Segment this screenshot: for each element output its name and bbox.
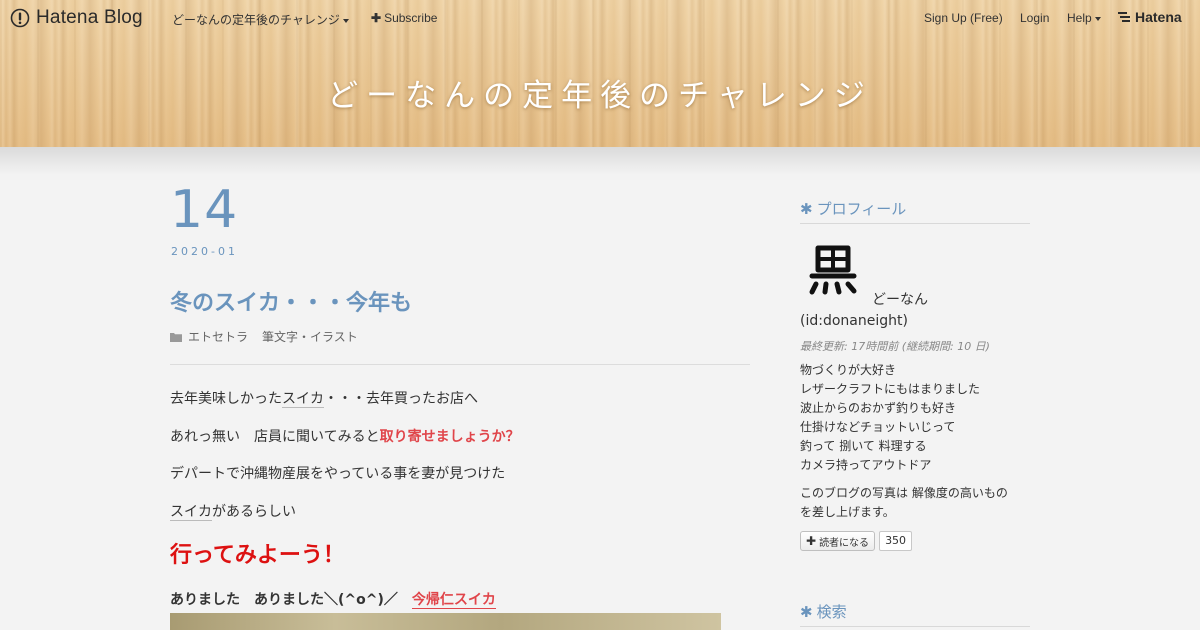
blog-menu-dropdown[interactable]: どーなんの定年後のチャレンジ bbox=[172, 11, 349, 28]
blog-title[interactable]: どーなんの定年後のチャレンジ bbox=[0, 70, 1200, 115]
profile-description: 物づくりが大好き レザークラフトにもはまりました 波止からのおかず釣りも好き 仕… bbox=[800, 361, 980, 475]
profile-description-line: カメラ持ってアウトドア bbox=[800, 458, 932, 472]
entry-paragraph: あれっ無い 店員に聞いてみると取り寄せましょうか？ bbox=[170, 426, 520, 446]
emphasis-text: 取り寄せましょうか？ bbox=[379, 429, 520, 445]
subscribe-button[interactable]: ✚ Subscribe bbox=[371, 11, 437, 25]
become-reader-label: 読者になる bbox=[819, 537, 870, 549]
login-label: Login bbox=[1020, 11, 1050, 25]
plus-icon: ✚ bbox=[806, 534, 817, 548]
entry-categories: エトセトラ 筆文字・イラスト bbox=[170, 328, 372, 345]
keyword-link[interactable]: スイカ bbox=[170, 504, 212, 521]
signup-label: Sign Up (Free) bbox=[924, 11, 1003, 25]
hatena-mark-icon bbox=[1118, 12, 1130, 22]
entry-paragraph: 去年美味しかったスイカ・・・去年買ったお店へ bbox=[170, 388, 478, 408]
profile-id[interactable]: (id:donaneight) bbox=[800, 313, 908, 329]
folder-icon bbox=[170, 332, 182, 342]
search-heading: ✱ 検索 bbox=[800, 601, 1030, 627]
profile-name[interactable]: どーなん bbox=[872, 289, 928, 309]
text-span: ありました ありました＼(^o^)／ bbox=[170, 592, 398, 608]
reader-count[interactable]: 350 bbox=[879, 531, 913, 551]
reader-widget: ✚ 読者になる 350 bbox=[800, 531, 913, 551]
entry-bold-line: ありました ありました＼(^o^)／ 今帰仁スイカ bbox=[170, 589, 496, 609]
help-label: Help bbox=[1067, 11, 1092, 25]
blog-menu-label: どーなんの定年後のチャレンジ bbox=[172, 13, 340, 27]
profile-note-line: を差し上げます。 bbox=[800, 505, 895, 519]
entry-photo[interactable] bbox=[170, 613, 721, 630]
profile-description-line: 釣って 捌いて 料理する bbox=[800, 439, 927, 453]
profile-updated: 最終更新: 17時間前 (継続期間: 10 日) bbox=[800, 340, 990, 353]
profile-description-line: 仕掛けなどチョットいじって bbox=[800, 420, 956, 434]
text-span: あれっ無い 店員に聞いてみると bbox=[170, 429, 380, 445]
become-reader-button[interactable]: ✚ 読者になる bbox=[800, 531, 876, 551]
entry-link[interactable]: 今帰仁スイカ bbox=[411, 592, 496, 609]
text-span: ・・・去年買ったお店へ bbox=[324, 391, 478, 407]
entry-paragraph: デパートで沖縄物産展をやっている事を妻が見つけた bbox=[170, 466, 506, 482]
entry-date-day[interactable]: 14 bbox=[170, 184, 238, 236]
login-link[interactable]: Login bbox=[1020, 11, 1049, 25]
help-dropdown[interactable]: Help bbox=[1067, 11, 1101, 25]
text-span: 去年美味しかった bbox=[170, 391, 282, 407]
profile-description-line: 波止からのおかず釣りも好き bbox=[800, 401, 957, 415]
profile-note: このブログの写真は 解像度の高いもの を差し上げます。 bbox=[800, 484, 1035, 522]
entry-paragraph: スイカがあるらしい bbox=[170, 501, 296, 521]
asterisk-icon: ✱ bbox=[800, 200, 813, 218]
plus-icon: ✚ bbox=[371, 11, 382, 25]
hatena-blog-icon bbox=[10, 8, 30, 28]
hatena-blog-logo-text: Hatena Blog bbox=[36, 7, 143, 28]
hatena-blog-logo[interactable]: Hatena Blog bbox=[10, 7, 143, 29]
profile-description-line: 物づくりが大好き bbox=[800, 363, 897, 377]
signup-link[interactable]: Sign Up (Free) bbox=[924, 11, 1003, 25]
caret-down-icon bbox=[342, 18, 349, 23]
profile-heading: ✱ プロフィール bbox=[800, 198, 1030, 224]
subscribe-label: Subscribe bbox=[384, 11, 438, 25]
entry-divider bbox=[170, 364, 750, 365]
entry-title[interactable]: 冬のスイカ・・・今年も bbox=[170, 285, 412, 317]
text-span: があるらしい bbox=[212, 504, 296, 520]
keyword-link[interactable]: スイカ bbox=[282, 391, 324, 408]
hatena-logo-text: Hatena bbox=[1135, 9, 1182, 25]
blog-header: Hatena Blog どーなんの定年後のチャレンジ ✚ Subscribe Si… bbox=[0, 0, 1200, 147]
category-link[interactable]: 筆文字・イラスト bbox=[262, 328, 358, 345]
hatena-logo[interactable]: Hatena bbox=[1118, 9, 1182, 25]
header-shadow bbox=[0, 147, 1200, 175]
profile-description-line: レザークラフトにもはまりました bbox=[800, 382, 981, 396]
category-link[interactable]: エトセトラ bbox=[188, 328, 248, 345]
global-header: Hatena Blog どーなんの定年後のチャレンジ ✚ Subscribe Si… bbox=[0, 0, 1200, 36]
asterisk-icon: ✱ bbox=[800, 603, 813, 621]
brush-kanji-icon bbox=[809, 245, 857, 295]
entry-large-text: 行ってみよーう！ bbox=[170, 543, 345, 568]
caret-down-icon bbox=[1094, 16, 1101, 21]
search-heading-label: 検索 bbox=[816, 603, 847, 621]
entry-date-year-month[interactable]: 2020-01 bbox=[171, 245, 238, 258]
profile-avatar[interactable] bbox=[806, 242, 860, 296]
profile-heading-label: プロフィール bbox=[816, 200, 907, 218]
profile-note-line: このブログの写真は 解像度の高いもの bbox=[800, 486, 1008, 500]
